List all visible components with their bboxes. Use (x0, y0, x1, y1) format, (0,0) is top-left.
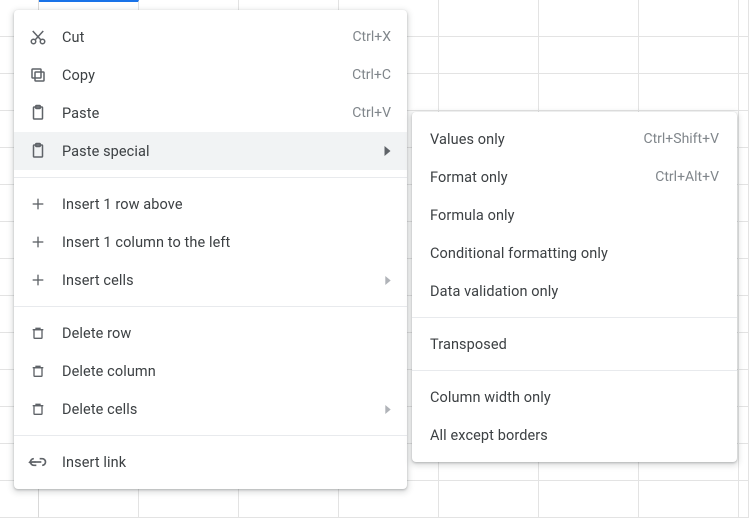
grid-cell[interactable] (539, 37, 639, 74)
grid-cell[interactable] (739, 111, 749, 148)
grid-cell[interactable] (739, 444, 749, 481)
menu-label: Delete cells (62, 401, 377, 418)
submenu-item-formula-only[interactable]: Formula only (412, 196, 737, 234)
submenu-arrow-icon (385, 276, 391, 285)
menu-label: Insert 1 row above (62, 196, 391, 213)
grid-cell[interactable] (739, 333, 749, 370)
cut-icon (28, 27, 48, 47)
menu-label: Conditional formatting only (430, 245, 719, 262)
grid-cell[interactable] (539, 0, 639, 37)
menu-label: Insert 1 column to the left (62, 234, 391, 251)
trash-icon (28, 361, 48, 381)
menu-label: Formula only (430, 207, 719, 224)
grid-cell[interactable] (739, 222, 749, 259)
trash-icon (28, 323, 48, 343)
menu-item-copy[interactable]: Copy Ctrl+C (14, 56, 407, 94)
menu-label: Paste (62, 105, 352, 122)
submenu-item-format-only[interactable]: Format only Ctrl+Alt+V (412, 158, 737, 196)
grid-cell[interactable] (739, 185, 749, 222)
menu-item-delete-column[interactable]: Delete column (14, 352, 407, 390)
menu-label: Transposed (430, 336, 719, 353)
menu-item-insert-column[interactable]: Insert 1 column to the left (14, 223, 407, 261)
trash-icon (28, 399, 48, 419)
paste-icon (28, 103, 48, 123)
menu-separator (412, 317, 737, 318)
copy-icon (28, 65, 48, 85)
submenu-item-data-validation[interactable]: Data validation only (412, 272, 737, 310)
grid-cell[interactable] (739, 0, 749, 37)
grid-cell[interactable] (439, 74, 539, 111)
menu-label: All except borders (430, 427, 719, 444)
menu-item-delete-row[interactable]: Delete row (14, 314, 407, 352)
menu-label: Values only (430, 131, 643, 148)
menu-separator (14, 306, 407, 307)
menu-shortcut: Ctrl+V (352, 105, 391, 121)
grid-cell[interactable] (739, 296, 749, 333)
grid-cell[interactable] (639, 37, 739, 74)
context-menu: Cut Ctrl+X Copy Ctrl+C Paste Ctrl+V Past… (14, 10, 407, 489)
menu-item-paste[interactable]: Paste Ctrl+V (14, 94, 407, 132)
submenu-item-column-width[interactable]: Column width only (412, 378, 737, 416)
grid-cell[interactable] (739, 370, 749, 407)
grid-cell[interactable] (739, 148, 749, 185)
grid-cell[interactable] (739, 74, 749, 111)
menu-label: Delete column (62, 363, 391, 380)
grid-cell[interactable] (439, 481, 539, 518)
submenu-arrow-icon (385, 405, 391, 414)
menu-label: Insert link (62, 454, 391, 471)
grid-cell[interactable] (739, 481, 749, 518)
menu-item-insert-link[interactable]: Insert link (14, 443, 407, 481)
submenu-item-values-only[interactable]: Values only Ctrl+Shift+V (412, 120, 737, 158)
grid-cell[interactable] (439, 0, 539, 37)
submenu-item-transposed[interactable]: Transposed (412, 325, 737, 363)
menu-separator (14, 177, 407, 178)
grid-cell[interactable] (639, 74, 739, 111)
menu-separator (14, 435, 407, 436)
menu-label: Format only (430, 169, 655, 186)
menu-shortcut: Ctrl+Shift+V (643, 131, 719, 147)
menu-item-insert-cells[interactable]: Insert cells (14, 261, 407, 299)
menu-shortcut: Ctrl+Alt+V (655, 169, 719, 185)
grid-cell[interactable] (739, 407, 749, 444)
menu-label: Insert cells (62, 272, 377, 289)
link-icon (28, 452, 48, 472)
menu-item-paste-special[interactable]: Paste special (14, 132, 407, 170)
menu-shortcut: Ctrl+X (352, 29, 391, 45)
grid-cell[interactable] (639, 0, 739, 37)
menu-label: Copy (62, 67, 352, 84)
menu-item-insert-row[interactable]: Insert 1 row above (14, 185, 407, 223)
submenu-item-all-except-borders[interactable]: All except borders (412, 416, 737, 454)
grid-cell[interactable] (539, 481, 639, 518)
plus-icon (28, 232, 48, 252)
menu-label: Cut (62, 29, 352, 46)
menu-label: Paste special (62, 143, 376, 160)
grid-cell[interactable] (439, 37, 539, 74)
menu-item-delete-cells[interactable]: Delete cells (14, 390, 407, 428)
plus-icon (28, 194, 48, 214)
paste-special-icon (28, 141, 48, 161)
menu-item-cut[interactable]: Cut Ctrl+X (14, 18, 407, 56)
paste-special-submenu: Values only Ctrl+Shift+V Format only Ctr… (412, 112, 737, 462)
menu-separator (412, 370, 737, 371)
submenu-arrow-icon (384, 146, 391, 156)
grid-cell[interactable] (739, 259, 749, 296)
grid-cell[interactable] (739, 37, 749, 74)
grid-cell[interactable] (539, 74, 639, 111)
plus-icon (28, 270, 48, 290)
menu-shortcut: Ctrl+C (352, 67, 391, 83)
menu-label: Delete row (62, 325, 391, 342)
menu-label: Column width only (430, 389, 719, 406)
grid-cell[interactable] (639, 481, 739, 518)
submenu-item-conditional-formatting[interactable]: Conditional formatting only (412, 234, 737, 272)
menu-label: Data validation only (430, 283, 719, 300)
